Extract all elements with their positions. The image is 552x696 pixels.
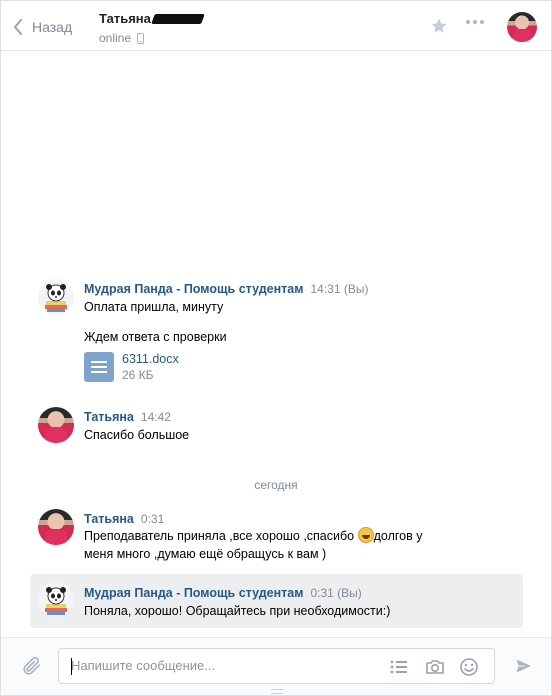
smile-icon[interactable]: [459, 657, 479, 677]
message-input[interactable]: [71, 658, 371, 673]
chat-window: Назад Татьяна online Мудрая Панда - Помо…: [0, 0, 552, 696]
message-text: меня много ,думаю ещё обращусь к вам ): [84, 547, 327, 561]
message-author[interactable]: Мудрая Панда - Помощь студентам 0:31 (Вы): [84, 586, 362, 600]
message-time[interactable]: 0:31 (Вы): [310, 586, 361, 600]
star-icon[interactable]: [430, 17, 448, 35]
message-text: Спасибо большое: [84, 428, 190, 442]
panda-icon: [45, 587, 67, 615]
date-divider: сегодня: [254, 478, 298, 492]
avatar[interactable]: [38, 407, 74, 443]
send-icon[interactable]: [514, 656, 534, 676]
message-author[interactable]: Татьяна 0:31: [84, 512, 164, 526]
peer-name: Татьяна: [99, 11, 151, 26]
message-time[interactable]: 14:42: [141, 410, 171, 424]
back-button[interactable]: Назад: [13, 15, 72, 39]
message-author[interactable]: Мудрая Панда - Помощь студентам 14:31 (Вы…: [84, 282, 368, 296]
phone-icon: [137, 32, 145, 44]
peer-info[interactable]: Татьяна online: [99, 11, 205, 45]
list-icon[interactable]: [389, 657, 409, 677]
chat-header: Назад Татьяна online: [1, 1, 551, 51]
message-input-box[interactable]: [58, 648, 495, 684]
message-text: Оплата пришла, минуту: [84, 300, 224, 314]
avatar[interactable]: [38, 279, 74, 315]
resize-handle[interactable]: [271, 689, 283, 694]
doc-size: 26 КБ: [122, 368, 154, 382]
peer-avatar[interactable]: [507, 12, 537, 42]
message-author[interactable]: Татьяна 14:42: [84, 410, 171, 424]
message-text: Поняла, хорошо! Обращайтесь при необходи…: [84, 604, 391, 618]
doc-icon: [84, 352, 114, 382]
message-text: Ждем ответа с проверки: [84, 330, 227, 344]
doc-name[interactable]: 6311.docx: [122, 352, 179, 366]
avatar[interactable]: [38, 509, 74, 545]
message-time[interactable]: 0:31: [141, 512, 164, 526]
panda-icon: [45, 284, 67, 312]
doc-attachment[interactable]: 6311.docx 26 КБ: [84, 352, 179, 382]
redacted-surname: [151, 13, 205, 24]
peer-status: online: [99, 31, 132, 45]
camera-icon[interactable]: [425, 657, 445, 677]
grinning-face-icon: [357, 527, 374, 543]
chevron-left-icon: [14, 19, 22, 35]
message-composer: [1, 637, 551, 695]
paperclip-icon[interactable]: [21, 655, 43, 677]
more-icon[interactable]: [466, 20, 484, 24]
message-time[interactable]: 14:31 (Вы): [310, 282, 368, 296]
message-text: Преподаватель приняла ,все хорошо ,спаси…: [84, 527, 423, 543]
back-label: Назад: [32, 19, 73, 35]
avatar[interactable]: [38, 582, 74, 618]
